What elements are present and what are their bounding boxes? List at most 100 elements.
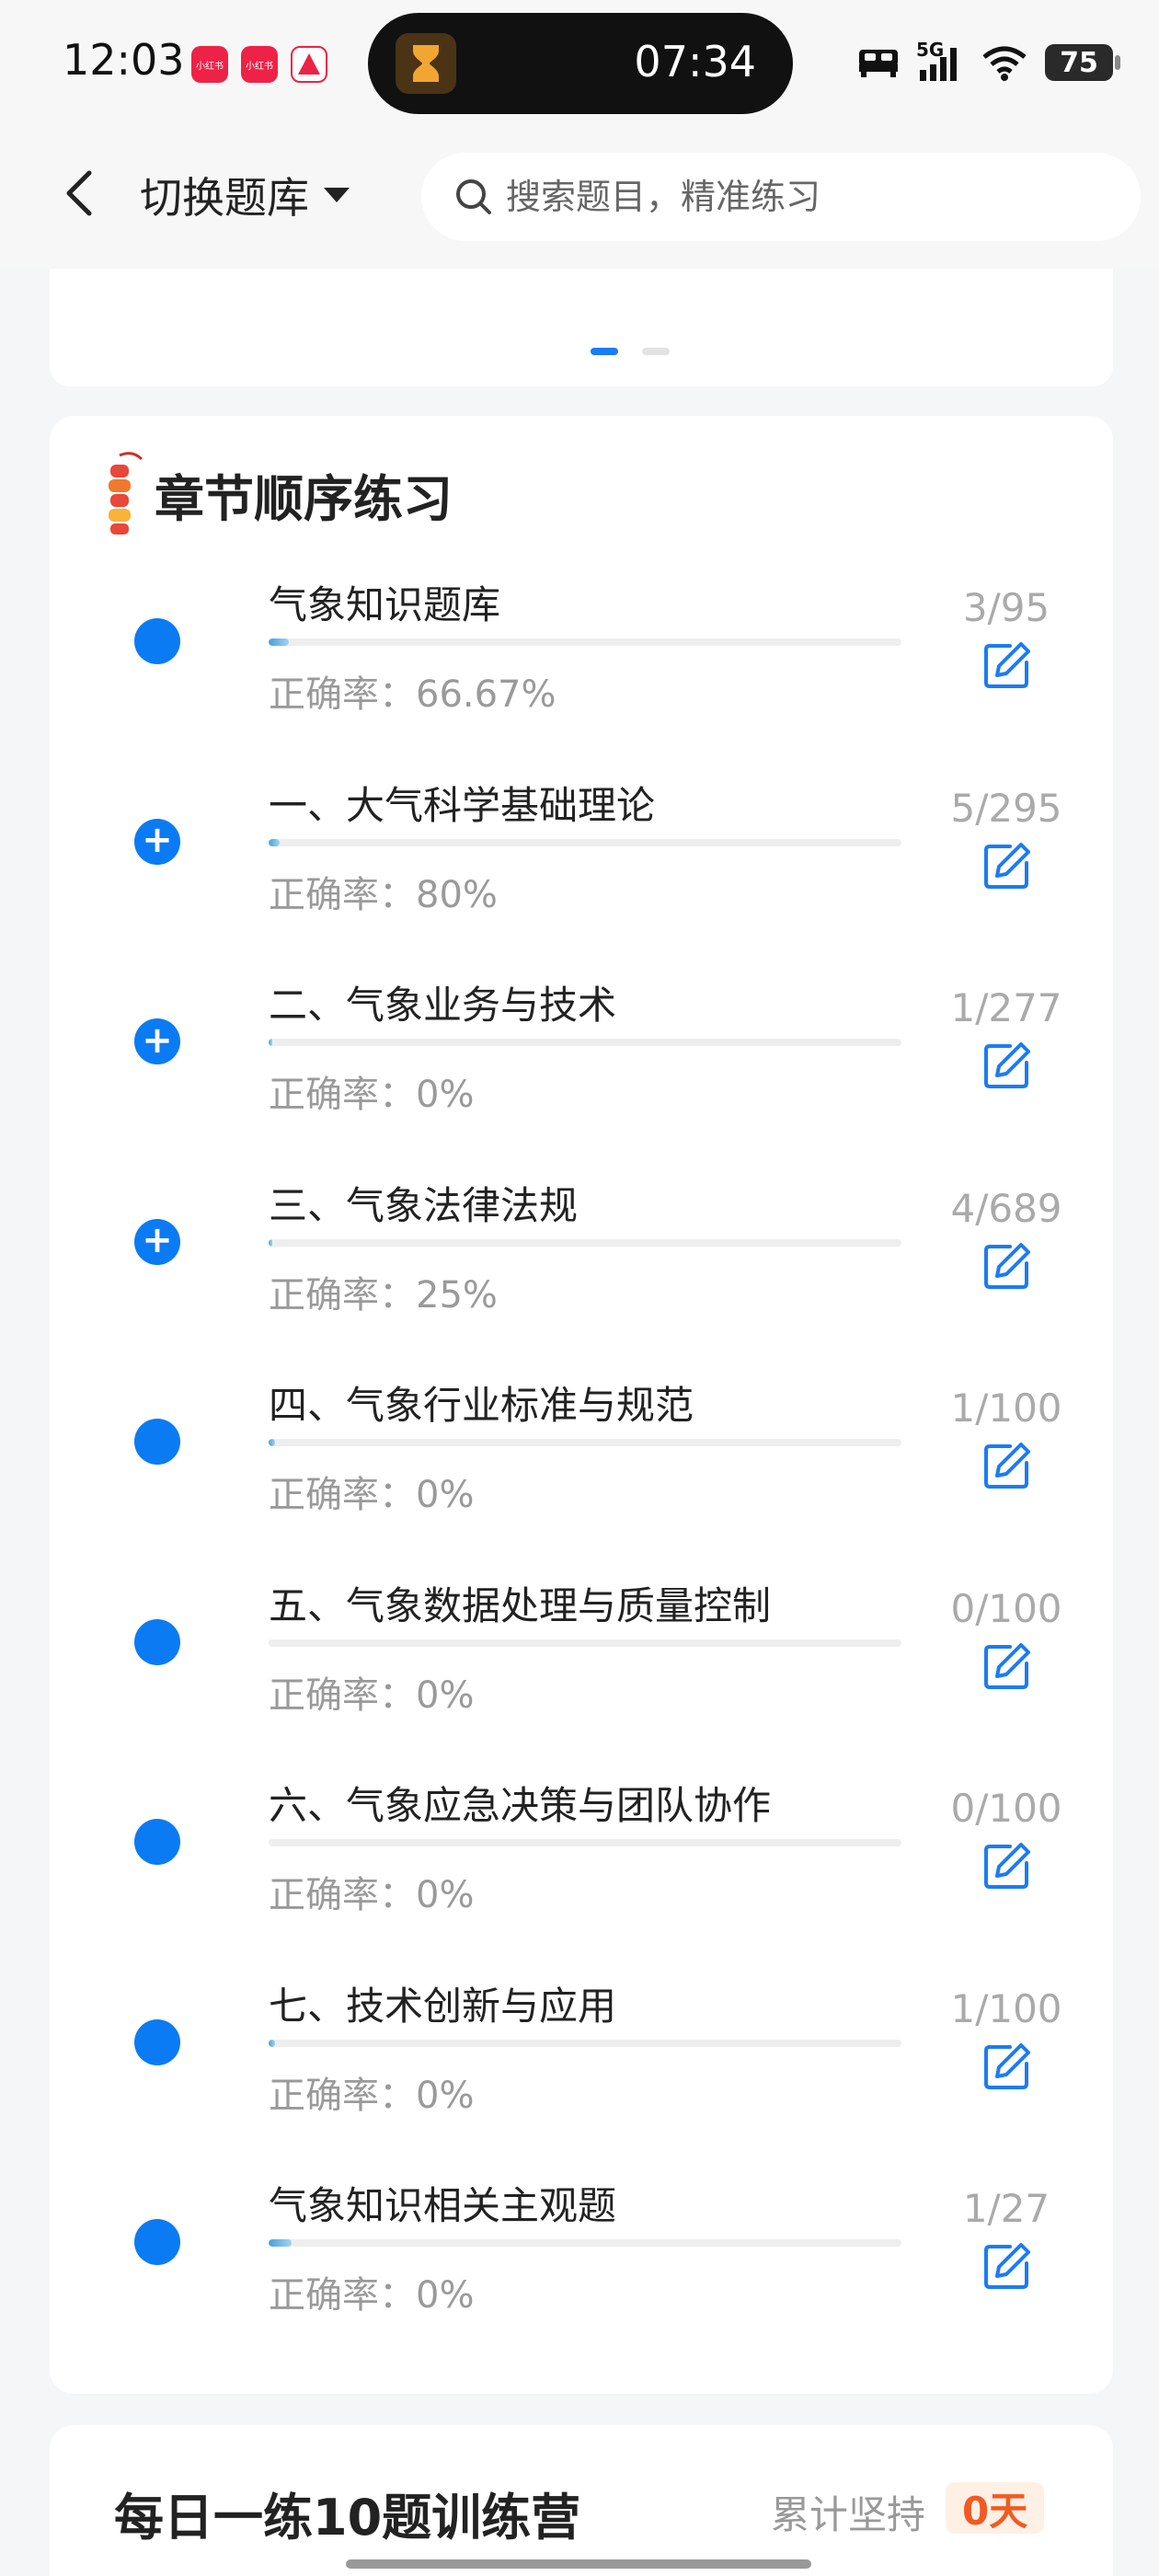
section-title: 章节顺序练习: [155, 469, 453, 528]
plus-glyph: +: [142, 1018, 173, 1062]
progress-track: [269, 1039, 901, 1046]
edit-icon[interactable]: [982, 1041, 1032, 1090]
xiaohongshu-app-icon: 小红书: [241, 46, 278, 83]
progress-count: 1/100: [950, 1985, 1062, 2031]
switch-bank-label: 切换题库: [140, 173, 309, 223]
chapter-node-dot: [134, 2018, 180, 2065]
accuracy-text: 正确率：0%: [269, 2074, 475, 2117]
chapter-title: 三、气象法律法规: [269, 1182, 579, 1228]
dynamic-island[interactable]: 07:34: [368, 13, 793, 114]
chapter-title: 一、大气科学基础理论: [269, 782, 656, 828]
progress-fill: [269, 1439, 275, 1446]
chapter-title: 二、气象业务与技术: [269, 983, 617, 1028]
plus-glyph: +: [142, 1219, 173, 1261]
edit-icon[interactable]: [982, 1441, 1032, 1490]
progress-fill: [269, 1238, 273, 1247]
chapter-item[interactable]: 气象知识相关主观题 正确率：0% 1/27: [50, 2175, 1113, 2375]
switch-bank-button[interactable]: 切换题库: [140, 166, 351, 224]
triangle-app-icon: [298, 53, 320, 75]
search-icon: [456, 179, 491, 214]
progress-fill: [269, 2239, 293, 2247]
progress-track: [269, 1639, 901, 1647]
chapter-node-dot: [134, 1419, 180, 1465]
plus-glyph: +: [142, 819, 173, 861]
carousel-indicator[interactable]: [642, 348, 670, 355]
back-icon[interactable]: [52, 166, 107, 221]
edit-icon[interactable]: [982, 640, 1032, 690]
accuracy-text: 正确率：0%: [269, 1074, 475, 1116]
edit-icon[interactable]: [982, 2041, 1032, 2091]
search-bar[interactable]: [421, 153, 1141, 241]
progress-count: 0/100: [950, 1585, 1062, 1631]
carousel-indicator-active[interactable]: [591, 348, 618, 355]
streak-badge: 0天: [946, 2482, 1045, 2534]
expand-plus-icon[interactable]: +: [134, 1218, 180, 1265]
chapter-node-dot: [134, 618, 180, 664]
firecracker-icon: [109, 452, 143, 535]
edit-icon[interactable]: [982, 841, 1032, 891]
chapter-item[interactable]: 七、技术创新与应用 正确率：0% 1/100: [50, 1975, 1113, 2176]
expand-plus-icon[interactable]: +: [134, 1018, 180, 1064]
progress-track: [269, 838, 901, 846]
hourglass-icon: [396, 33, 456, 94]
chapter-node-dot: [134, 1819, 180, 1865]
chapter-practice-card: 章节顺序练习 气象知识题库 正确率：66.67% 3/95 + 一、大气科学基础理论 正确…: [50, 416, 1113, 2394]
edit-icon[interactable]: [982, 1241, 1032, 1291]
chapter-item[interactable]: + 三、气象法律法规 正确率：25% 4/689: [50, 1175, 1113, 1375]
progress-track: [269, 638, 901, 646]
progress-count: 0/100: [950, 1786, 1062, 1831]
chapter-title: 七、技术创新与应用: [269, 1983, 617, 2029]
status-bar: 12:03 小红书 小红书 07:34 5G 75: [0, 0, 1159, 129]
shortcut-carousel-card: [50, 269, 1113, 386]
edit-icon[interactable]: [982, 1841, 1032, 1891]
app-icon-label: 小红书: [196, 61, 224, 72]
daily-practice-card[interactable]: 每日一练10题训练营 累计坚持 0天: [50, 2425, 1113, 2576]
chapter-item[interactable]: 气象知识题库 正确率：66.67% 3/95: [50, 574, 1113, 775]
caret-down-icon: [324, 188, 350, 202]
accuracy-text: 正确率：80%: [269, 873, 498, 916]
accuracy-text: 正确率：0%: [269, 1474, 475, 1516]
xiaohongshu-app-icon: 小红书: [191, 46, 228, 83]
app-icon-label: 小红书: [246, 61, 273, 72]
daily-title: 每日一练10题训练营: [114, 2489, 581, 2547]
progress-count: 5/295: [950, 785, 1062, 831]
accuracy-text: 正确率：25%: [269, 1273, 498, 1317]
chapter-item[interactable]: 四、气象行业标准与规范 正确率：0% 1/100: [50, 1374, 1113, 1575]
edit-icon[interactable]: [982, 2241, 1032, 2291]
chapter-title: 气象知识题库: [269, 582, 501, 627]
progress-track: [269, 2039, 901, 2047]
progress-track: [269, 1439, 901, 1446]
search-input[interactable]: [506, 177, 1058, 217]
battery-icon: 75: [1045, 44, 1120, 81]
chapter-item[interactable]: + 一、大气科学基础理论 正确率：80% 5/295: [50, 775, 1113, 975]
status-time: 12:03: [63, 35, 185, 85]
accuracy-text: 正确率：0%: [269, 2274, 475, 2317]
progress-fill: [269, 2039, 275, 2047]
expand-plus-icon[interactable]: +: [134, 818, 180, 865]
progress-track: [269, 1839, 901, 1846]
timer-time: 07:34: [634, 37, 756, 86]
chapter-item[interactable]: + 二、气象业务与技术 正确率：0% 1/277: [50, 974, 1113, 1175]
progress-count: 1/100: [950, 1386, 1062, 1431]
accuracy-text: 正确率：0%: [269, 1673, 475, 1717]
progress-fill: [269, 838, 280, 846]
bed-icon: [859, 50, 898, 77]
progress-track: [269, 2239, 901, 2247]
home-indicator[interactable]: [346, 2559, 811, 2569]
chapter-item[interactable]: 五、气象数据处理与质量控制 正确率：0% 0/100: [50, 1575, 1113, 1776]
progress-fill: [269, 1039, 273, 1046]
chapter-title: 六、气象应急决策与团队协作: [269, 1783, 772, 1828]
signal-icon: 5G: [916, 39, 964, 83]
progress-fill: [269, 638, 289, 646]
chapter-node-dot: [134, 2219, 180, 2265]
chapter-item[interactable]: 六、气象应急决策与团队协作 正确率：0% 0/100: [50, 1775, 1113, 1975]
status-icons: 5G 75: [857, 37, 1120, 88]
chapter-title: 气象知识相关主观题: [269, 2183, 617, 2228]
edit-icon[interactable]: [982, 1641, 1032, 1691]
app-notification-icon: [291, 46, 327, 83]
progress-count: 4/689: [950, 1185, 1062, 1231]
progress-count: 1/27: [962, 2186, 1050, 2231]
accuracy-text: 正确率：0%: [269, 1874, 475, 1916]
accuracy-text: 正确率：66.67%: [269, 673, 557, 716]
wifi-icon: [982, 46, 1027, 81]
